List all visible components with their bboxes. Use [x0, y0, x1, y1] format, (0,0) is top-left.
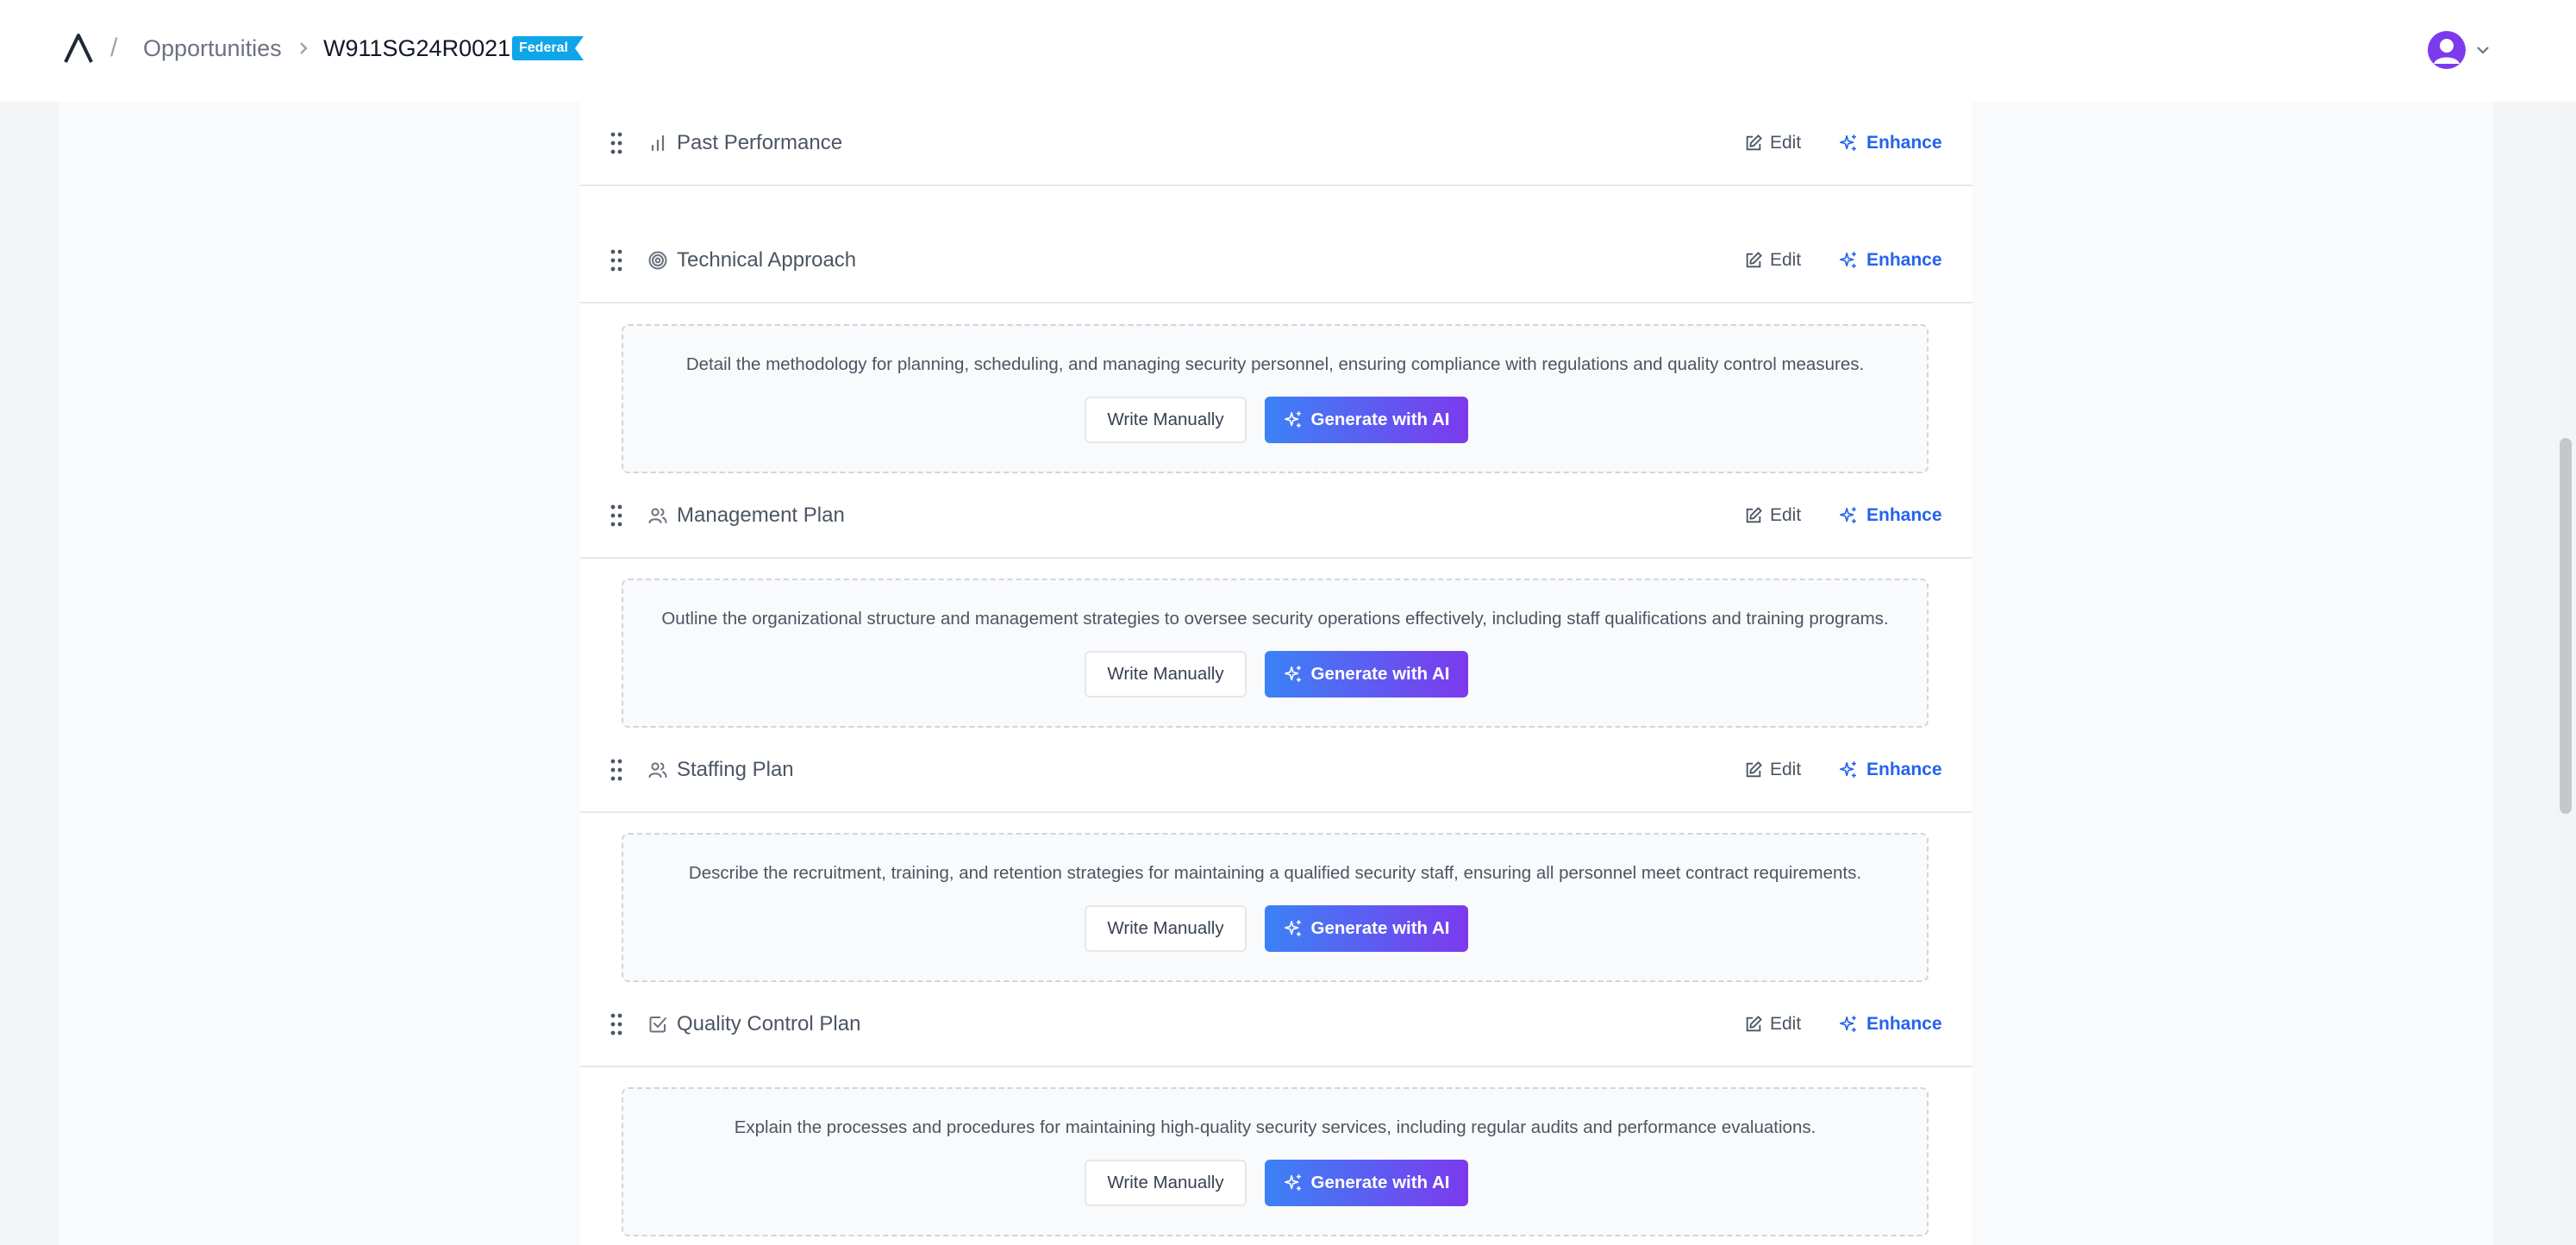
- write-manually-button[interactable]: Write Manually: [1085, 397, 1247, 443]
- generate-label: Generate with AI: [1310, 1173, 1450, 1192]
- write-manually-button[interactable]: Write Manually: [1085, 905, 1247, 952]
- bar-chart-icon: [651, 135, 665, 152]
- section-quality-control-plan: Quality Control Plan Edit Enhance: [580, 983, 1973, 1067]
- edit-button[interactable]: Edit: [1744, 245, 1801, 276]
- federal-badge: Federal: [512, 36, 584, 60]
- edit-label: Edit: [1770, 250, 1802, 270]
- target-icon: [648, 251, 667, 270]
- sparkles-icon: [1284, 920, 1301, 937]
- generate-with-ai-button[interactable]: Generate with AI: [1265, 1160, 1468, 1206]
- edit-label: Edit: [1770, 505, 1802, 525]
- enhance-label: Enhance: [1866, 250, 1942, 270]
- sparkles-icon: [1840, 761, 1857, 779]
- generate-with-ai-button[interactable]: Generate with AI: [1265, 905, 1468, 952]
- edit-button[interactable]: Edit: [1744, 1009, 1801, 1040]
- generate-with-ai-button[interactable]: Generate with AI: [1265, 397, 1468, 443]
- section-title: Staffing Plan: [677, 758, 794, 781]
- enhance-button[interactable]: Enhance: [1839, 500, 1942, 531]
- empty-section-placeholder: Explain the processes and procedures for…: [622, 1087, 1929, 1236]
- edit-icon: [1746, 507, 1762, 523]
- edit-label: Edit: [1770, 1014, 1802, 1034]
- section-past-performance: Past Performance Edit Enhance: [580, 102, 1973, 186]
- breadcrumb-opportunity-id: W911SG24R0021: [323, 35, 511, 61]
- breadcrumb-separator: /: [110, 34, 118, 62]
- enhance-label: Enhance: [1866, 1014, 1942, 1034]
- sparkles-icon: [1284, 411, 1301, 429]
- enhance-label: Enhance: [1866, 505, 1942, 525]
- users-icon: [648, 508, 667, 523]
- user-avatar[interactable]: [2428, 31, 2466, 69]
- scrollbar-thumb[interactable]: [2560, 438, 2572, 814]
- enhance-button[interactable]: Enhance: [1839, 128, 1942, 159]
- section-description: Explain the processes and procedures for…: [734, 1117, 1816, 1137]
- generate-with-ai-button[interactable]: Generate with AI: [1265, 651, 1468, 698]
- section-description: Detail the methodology for planning, sch…: [685, 354, 1865, 374]
- write-manually-button[interactable]: Write Manually: [1085, 1160, 1247, 1206]
- edit-icon: [1746, 135, 1762, 151]
- empty-section-placeholder: Detail the methodology for planning, sch…: [622, 324, 1929, 473]
- edit-icon: [1746, 252, 1762, 268]
- checkbox-icon: [649, 1017, 666, 1033]
- section-technical-approach: Technical Approach Edit Enhance: [580, 219, 1973, 303]
- sparkles-icon: [1840, 1016, 1857, 1033]
- edit-button[interactable]: Edit: [1744, 128, 1801, 159]
- edit-label: Edit: [1770, 133, 1802, 153]
- edit-icon: [1746, 1016, 1762, 1032]
- drag-handle-icon[interactable]: [610, 758, 623, 782]
- edit-button[interactable]: Edit: [1744, 500, 1801, 531]
- sparkles-icon: [1284, 666, 1301, 683]
- enhance-label: Enhance: [1866, 760, 1942, 779]
- section-title: Past Performance: [677, 131, 843, 154]
- drag-handle-icon[interactable]: [610, 1012, 623, 1036]
- edit-icon: [1746, 761, 1762, 778]
- chevron-right-icon: [300, 42, 308, 54]
- section-title: Quality Control Plan: [677, 1012, 861, 1035]
- section-title: Management Plan: [677, 504, 845, 527]
- enhance-button[interactable]: Enhance: [1839, 754, 1942, 785]
- enhance-button[interactable]: Enhance: [1839, 245, 1942, 276]
- top-navigation-bar: / Opportunities W911SG24R0021 Federal: [0, 0, 2576, 102]
- section-management-plan: Management Plan Edit Enhance: [580, 474, 1973, 559]
- sparkles-icon: [1840, 252, 1857, 269]
- users-icon: [648, 762, 667, 778]
- edit-label: Edit: [1770, 760, 1802, 779]
- app-logo-icon[interactable]: [62, 33, 95, 64]
- generate-label: Generate with AI: [1310, 410, 1450, 429]
- section-title: Technical Approach: [677, 248, 857, 272]
- breadcrumb-opportunities[interactable]: Opportunities: [143, 33, 282, 64]
- section-description: Describe the recruitment, training, and …: [688, 863, 1862, 883]
- generate-label: Generate with AI: [1310, 664, 1450, 684]
- drag-handle-icon[interactable]: [610, 248, 623, 272]
- sparkles-icon: [1284, 1174, 1301, 1192]
- section-description: Outline the organizational structure and…: [661, 609, 1889, 629]
- sparkles-icon: [1840, 135, 1857, 152]
- empty-section-placeholder: Describe the recruitment, training, and …: [622, 833, 1929, 982]
- generate-label: Generate with AI: [1310, 918, 1450, 938]
- enhance-button[interactable]: Enhance: [1839, 1009, 1942, 1040]
- user-icon: [2434, 39, 2460, 64]
- drag-handle-icon[interactable]: [610, 131, 623, 155]
- section-staffing-plan: Staffing Plan Edit Enhance: [580, 729, 1973, 813]
- enhance-label: Enhance: [1866, 133, 1942, 153]
- edit-button[interactable]: Edit: [1744, 754, 1801, 785]
- chevron-down-icon[interactable]: [2474, 41, 2492, 59]
- empty-section-placeholder: Outline the organizational structure and…: [622, 579, 1929, 728]
- sparkles-icon: [1840, 507, 1857, 524]
- write-manually-button[interactable]: Write Manually: [1085, 651, 1247, 698]
- drag-handle-icon[interactable]: [610, 504, 623, 528]
